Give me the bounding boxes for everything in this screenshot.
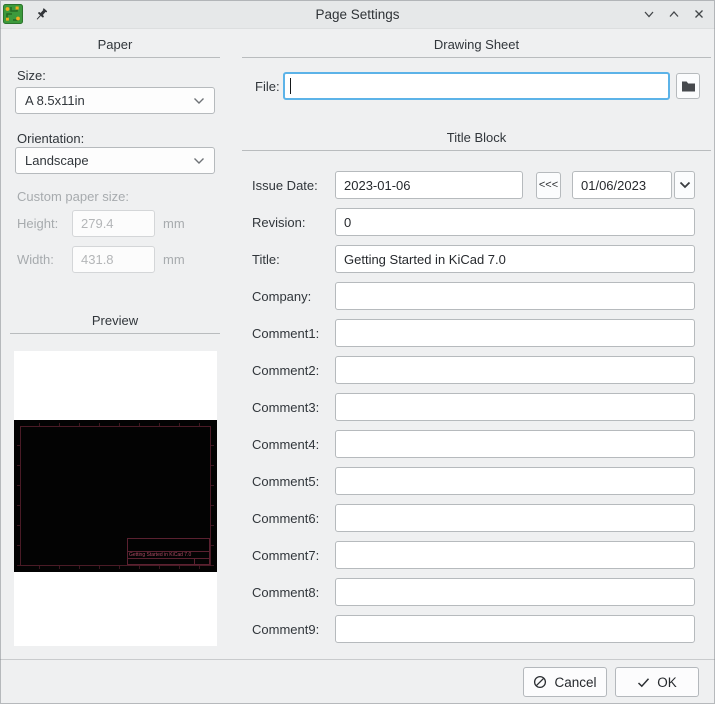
date-picker-dropdown-button[interactable]	[674, 171, 695, 199]
sheet-panel: Drawing Sheet File: Title Block Issue Da…	[240, 28, 713, 643]
paper-panel: Paper Size: A 8.5x11in Orientation: Land…	[10, 28, 220, 646]
paper-size-select[interactable]: A 8.5x11in	[15, 87, 215, 114]
drawing-sheet-file-input[interactable]	[283, 72, 670, 100]
comment8-label: Comment8:	[252, 584, 320, 600]
comment4-label: Comment4:	[252, 436, 320, 452]
width-row: Width: mm	[10, 246, 220, 273]
pin-icon[interactable]	[34, 7, 49, 22]
height-label: Height:	[17, 216, 59, 231]
cancel-label: Cancel	[554, 674, 597, 690]
ok-button[interactable]: OK	[615, 667, 699, 697]
comment5-label: Comment5:	[252, 473, 320, 489]
chevron-up-icon[interactable]	[665, 5, 683, 23]
file-label: File:	[255, 78, 280, 94]
ok-label: OK	[657, 674, 677, 690]
custom-size-label: Custom paper size:	[17, 189, 129, 204]
titlebar: Page Settings	[0, 0, 715, 29]
preview-title-block-top	[128, 539, 209, 551]
preview-title-block: Getting Started in KiCad 7.0	[127, 538, 210, 565]
comment2-label: Comment2:	[252, 362, 320, 378]
preview-ticks	[211, 426, 214, 566]
size-label: Size:	[17, 68, 46, 83]
field-row: Comment3:	[240, 393, 713, 421]
title-label: Title:	[252, 251, 280, 267]
cancel-circle-slash-icon	[534, 675, 547, 689]
width-input	[72, 246, 155, 273]
close-icon[interactable]	[690, 5, 708, 23]
field-row: Company:	[240, 282, 713, 310]
check-icon	[638, 677, 650, 687]
window-controls	[640, 5, 708, 23]
chevron-down-icon	[194, 97, 204, 104]
title-input[interactable]	[335, 245, 695, 273]
preview-sheet-title: Getting Started in KiCad 7.0	[128, 551, 209, 558]
copy-date-button[interactable]: <<<	[536, 171, 561, 199]
divider	[10, 333, 220, 334]
chevron-down-icon	[194, 157, 204, 164]
title-block-heading: Title Block	[446, 130, 507, 145]
field-row: Comment1:	[240, 319, 713, 347]
preview-heading: Preview	[91, 313, 139, 328]
comment6-input[interactable]	[335, 504, 695, 532]
comment7-label: Comment7:	[252, 547, 320, 563]
field-row: Comment8:	[240, 578, 713, 606]
browse-file-button[interactable]	[676, 73, 700, 99]
company-input[interactable]	[335, 282, 695, 310]
revision-input[interactable]	[335, 208, 695, 236]
preview-sheet: Getting Started in KiCad 7.0	[14, 420, 217, 572]
comment4-input[interactable]	[335, 430, 695, 458]
divider	[242, 150, 711, 151]
height-unit: mm	[163, 216, 185, 231]
issue-date-label: Issue Date:	[252, 177, 318, 193]
orientation-value: Landscape	[25, 153, 89, 168]
width-label: Width:	[17, 252, 54, 267]
text-cursor	[290, 78, 291, 94]
paper-size-value: A 8.5x11in	[25, 93, 85, 108]
revision-label: Revision:	[252, 214, 306, 230]
orientation-label: Orientation:	[17, 131, 85, 146]
orientation-select[interactable]: Landscape	[15, 147, 215, 174]
comment7-input[interactable]	[335, 541, 695, 569]
width-unit: mm	[163, 252, 185, 267]
field-row: Revision:	[240, 208, 713, 236]
paper-heading: Paper	[97, 37, 133, 52]
footer-divider	[0, 659, 715, 660]
field-row: Title:	[240, 245, 713, 273]
field-row: Comment5:	[240, 467, 713, 495]
issue-date-row: Issue Date: <<<	[240, 171, 713, 199]
window-title: Page Settings	[315, 6, 400, 22]
issue-date-input[interactable]	[335, 171, 523, 199]
chevron-down-icon[interactable]	[640, 5, 658, 23]
field-row: Comment6:	[240, 504, 713, 532]
divider	[10, 57, 220, 58]
field-row: Comment4:	[240, 430, 713, 458]
comment1-input[interactable]	[335, 319, 695, 347]
field-row: Comment2:	[240, 356, 713, 384]
cancel-button[interactable]: Cancel	[523, 667, 607, 697]
preview-ticks	[20, 566, 211, 569]
file-row: File:	[240, 72, 713, 100]
comment5-input[interactable]	[335, 467, 695, 495]
comment3-input[interactable]	[335, 393, 695, 421]
comment9-label: Comment9:	[252, 621, 320, 637]
height-input	[72, 210, 155, 237]
preview-title-block-bottom	[128, 558, 209, 564]
height-row: Height: mm	[10, 210, 220, 237]
chevron-down-icon	[679, 181, 690, 189]
comment3-label: Comment3:	[252, 399, 320, 415]
comment6-label: Comment6:	[252, 510, 320, 526]
field-row: Comment9:	[240, 615, 713, 643]
comment9-input[interactable]	[335, 615, 695, 643]
kicad-logo-icon	[3, 4, 23, 24]
company-label: Company:	[252, 288, 312, 304]
drawing-sheet-heading: Drawing Sheet	[433, 37, 520, 52]
comment8-input[interactable]	[335, 578, 695, 606]
folder-icon	[681, 81, 695, 91]
comment1-label: Comment1:	[252, 325, 320, 341]
date-picker-input[interactable]	[572, 171, 672, 199]
comment2-input[interactable]	[335, 356, 695, 384]
page-preview: Getting Started in KiCad 7.0	[14, 351, 217, 646]
field-row: Comment7:	[240, 541, 713, 569]
divider	[242, 57, 711, 58]
